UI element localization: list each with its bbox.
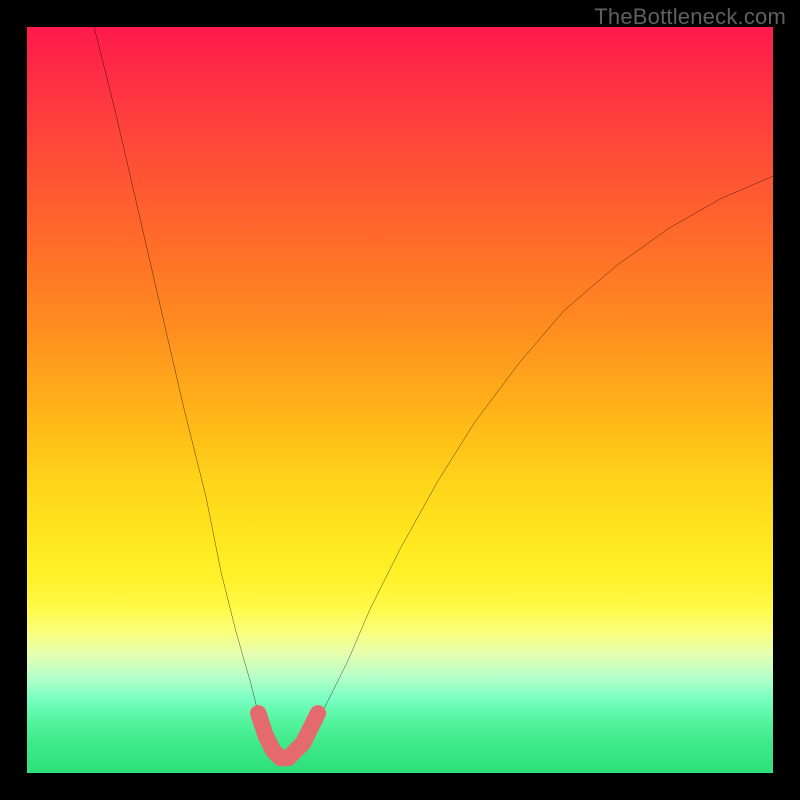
chart-svg [27,27,773,773]
plot-area [27,27,773,773]
matched-range-highlight [258,713,318,758]
bottleneck-curve [94,27,773,758]
chart-container: TheBottleneck.com [0,0,800,800]
